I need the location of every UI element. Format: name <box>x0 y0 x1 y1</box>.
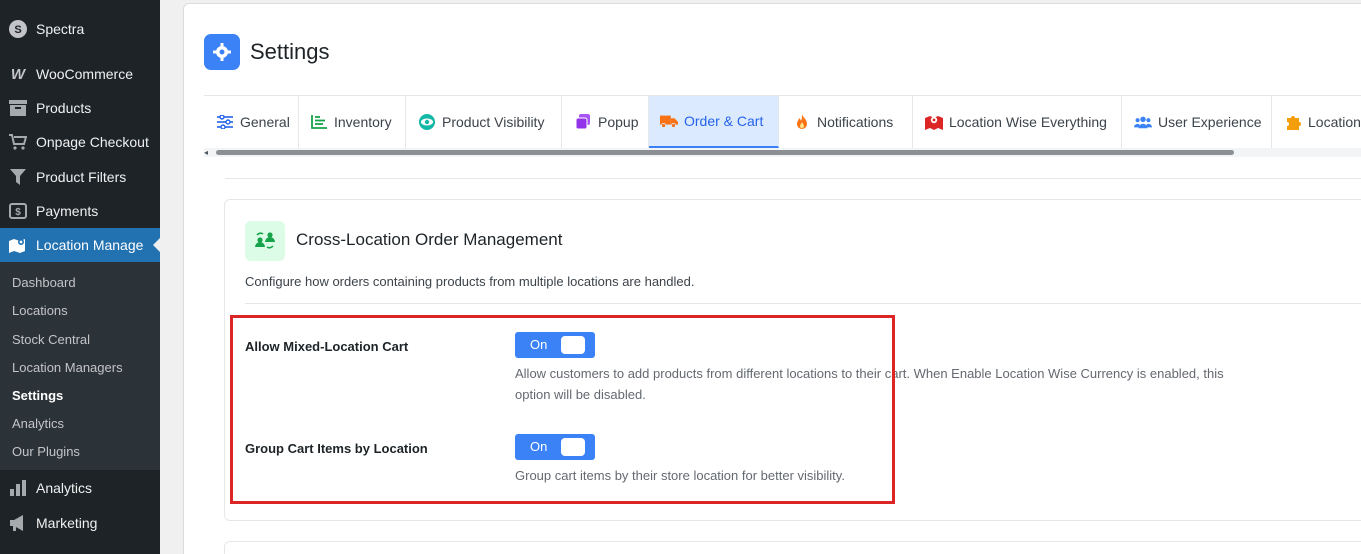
sidebar-item-onpage-checkout[interactable]: Onpage Checkout <box>0 125 160 159</box>
submenu-stock-central[interactable]: Stock Central <box>12 332 90 347</box>
section-description: Configure how orders containing products… <box>245 274 695 289</box>
sidebar-item-marketing[interactable]: Marketing <box>0 506 160 540</box>
submenu-settings[interactable]: Settings <box>12 388 63 403</box>
help-line: Group cart items by their store location… <box>515 468 845 483</box>
chart-line-icon <box>310 113 328 131</box>
toggle-state-text: On <box>530 337 548 352</box>
filter-icon <box>8 167 28 187</box>
sidebar-item-woocommerce[interactable]: W WooCommerce <box>0 57 160 91</box>
allow-mixed-location-cart-help: Allow customers to add products from dif… <box>515 363 1224 405</box>
tab-label: Order & Cart <box>684 113 764 129</box>
tabs-scrollbar[interactable]: ◂ <box>204 148 1361 157</box>
sidebar-item-label: Products <box>36 100 92 116</box>
tab-label: Location Wise Everything <box>949 114 1107 130</box>
sidebar-item-product-filters[interactable]: Product Filters <box>0 160 160 194</box>
tab-location[interactable]: Location <box>1272 96 1361 148</box>
puzzle-icon <box>1284 113 1302 131</box>
svg-text:S: S <box>14 24 21 36</box>
svg-text:$: $ <box>15 207 21 218</box>
layers-icon <box>574 113 592 131</box>
divider <box>225 178 1361 179</box>
people-exchange-icon <box>245 221 285 261</box>
allow-mixed-location-cart-toggle[interactable]: On <box>515 332 595 358</box>
toggle-state-text: On <box>530 439 548 454</box>
tab-label: Popup <box>598 114 639 130</box>
sidebar-item-products[interactable]: Products <box>0 91 160 125</box>
woo-icon: W <box>10 65 26 83</box>
settings-gear-icon <box>204 34 240 70</box>
sidebar-item-label: Marketing <box>36 515 98 531</box>
submenu-location-managers[interactable]: Location Managers <box>12 360 123 375</box>
help-line: option will be disabled. <box>515 387 646 402</box>
map-icon <box>8 235 28 255</box>
tab-location-wise-everything[interactable]: Location Wise Everything <box>913 96 1122 148</box>
tab-user-experience[interactable]: User Experience <box>1122 96 1272 148</box>
sidebar-item-label: WooCommerce <box>36 66 133 82</box>
tab-order-cart[interactable]: Order & Cart <box>649 96 779 148</box>
tab-product-visibility[interactable]: Product Visibility <box>406 96 562 148</box>
tab-notifications[interactable]: Notifications <box>779 96 913 148</box>
bar-chart-icon <box>8 478 28 498</box>
dollar-icon: $ <box>8 201 28 221</box>
scrollbar-thumb[interactable] <box>216 150 1234 155</box>
sidebar-item-label: Payments <box>36 203 99 219</box>
sidebar-item-label: Product Filters <box>36 169 127 185</box>
admin-sidebar: S Spectra W WooCommerce Products Onpage … <box>0 0 161 554</box>
group-cart-items-toggle[interactable]: On <box>515 434 595 460</box>
toggle-knob <box>561 336 585 354</box>
spectra-icon: S <box>8 19 28 39</box>
truck-icon <box>660 112 678 130</box>
divider <box>245 303 1361 304</box>
tab-label: Location <box>1308 114 1361 130</box>
location-manage-submenu: Dashboard Locations Stock Central Locati… <box>0 262 160 470</box>
allow-mixed-location-cart-label: Allow Mixed-Location Cart <box>245 339 409 354</box>
sidebar-item-label: Spectra <box>36 21 85 37</box>
group-cart-items-label: Group Cart Items by Location <box>245 441 428 456</box>
flame-icon <box>793 113 811 131</box>
tab-label: User Experience <box>1158 114 1262 130</box>
next-section-card <box>224 541 1361 554</box>
eye-icon <box>418 113 436 131</box>
sidebar-item-spectra[interactable]: S Spectra <box>0 12 160 46</box>
sidebar-item-payments[interactable]: $ Payments <box>0 194 160 228</box>
cart-icon <box>8 132 28 152</box>
tab-inventory[interactable]: Inventory <box>299 96 406 148</box>
sidebar-item-label: Onpage Checkout <box>36 134 149 150</box>
sliders-icon <box>216 113 234 131</box>
submenu-our-plugins[interactable]: Our Plugins <box>12 444 80 459</box>
users-icon <box>1134 113 1152 131</box>
tab-label: Product Visibility <box>442 114 545 130</box>
tab-popup[interactable]: Popup <box>562 96 649 148</box>
toggle-knob <box>561 438 585 456</box>
megaphone-icon <box>8 513 28 533</box>
map-marker-icon <box>925 113 943 131</box>
submenu-dashboard[interactable]: Dashboard <box>12 275 76 290</box>
archive-icon <box>8 98 28 118</box>
sidebar-item-label: Analytics <box>36 480 93 496</box>
submenu-locations[interactable]: Locations <box>12 303 68 318</box>
help-line: Allow customers to add products from dif… <box>515 366 1224 381</box>
page-title: Settings <box>250 39 330 64</box>
tab-label: Notifications <box>817 114 894 130</box>
tab-label: Inventory <box>334 114 392 130</box>
tab-general[interactable]: General <box>204 96 299 148</box>
sidebar-item-analytics[interactable]: Analytics <box>0 471 160 505</box>
section-title: Cross-Location Order Management <box>296 230 563 249</box>
sidebar-item-location-manage[interactable]: Location Manage <box>0 228 161 262</box>
scroll-left-arrow-icon[interactable]: ◂ <box>204 148 214 157</box>
tab-label: General <box>240 114 290 130</box>
settings-tabs: General Inventory Product Visibility Pop… <box>204 95 1361 148</box>
group-cart-items-help: Group cart items by their store location… <box>515 465 845 486</box>
submenu-analytics[interactable]: Analytics <box>12 416 64 431</box>
sidebar-item-label: Location Manage <box>36 237 144 253</box>
